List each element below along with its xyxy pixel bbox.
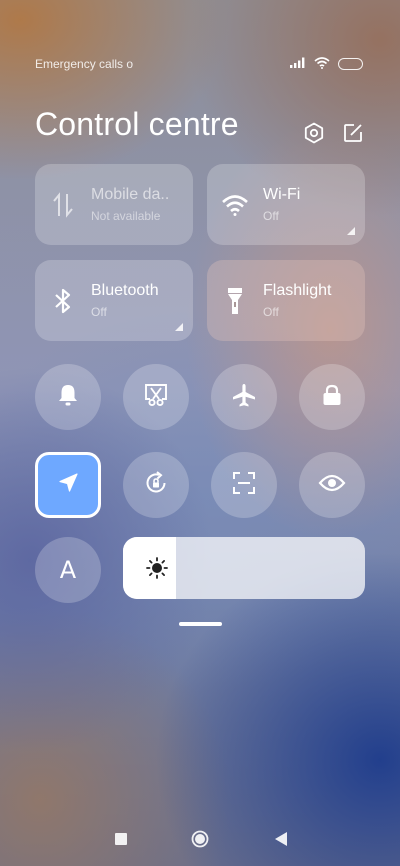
tile-label: Mobile da.. bbox=[91, 186, 170, 203]
tile-label: Flashlight bbox=[263, 282, 332, 299]
tile-flashlight[interactable]: Flashlight Off bbox=[207, 260, 365, 341]
scan-icon bbox=[231, 470, 257, 501]
recents-button[interactable] bbox=[110, 830, 132, 852]
settings-icon[interactable] bbox=[303, 122, 325, 144]
bluetooth-icon bbox=[35, 288, 91, 314]
airplane-icon bbox=[231, 382, 257, 413]
tile-wifi[interactable]: Wi-Fi Off bbox=[207, 164, 365, 245]
tile-bluetooth[interactable]: Bluetooth Off bbox=[35, 260, 193, 341]
expand-corner-icon[interactable] bbox=[175, 323, 183, 331]
tile-status: Off bbox=[91, 305, 107, 319]
toggle-location[interactable] bbox=[35, 452, 101, 518]
expand-corner-icon[interactable] bbox=[347, 227, 355, 235]
brightness-slider[interactable] bbox=[123, 537, 365, 599]
screenshot-icon bbox=[143, 382, 169, 413]
bell-icon bbox=[57, 383, 79, 412]
wifi-icon bbox=[314, 56, 330, 72]
tile-label: Wi-Fi bbox=[263, 186, 301, 203]
auto-brightness-button[interactable]: A bbox=[35, 537, 101, 603]
drag-handle[interactable] bbox=[179, 622, 222, 626]
page-title: Control centre bbox=[35, 106, 239, 142]
rotation-lock-icon bbox=[143, 470, 169, 501]
sun-icon bbox=[146, 557, 168, 584]
eye-icon bbox=[318, 473, 346, 498]
toggle-rotation-lock[interactable] bbox=[123, 452, 189, 518]
tile-label: Bluetooth bbox=[91, 282, 159, 299]
recents-icon bbox=[115, 832, 127, 850]
tile-status: Off bbox=[263, 305, 279, 319]
tile-mobile-data[interactable]: Mobile da.. Not available bbox=[35, 164, 193, 245]
toggle-reading-mode[interactable] bbox=[299, 452, 365, 518]
auto-brightness-label: A bbox=[59, 556, 77, 584]
battery-icon bbox=[338, 58, 363, 70]
flashlight-icon bbox=[207, 287, 263, 315]
home-icon bbox=[191, 830, 209, 853]
wifi-icon bbox=[207, 194, 263, 216]
back-icon bbox=[275, 831, 287, 851]
back-button[interactable] bbox=[270, 830, 292, 852]
signal-icon bbox=[290, 57, 306, 71]
lock-icon bbox=[321, 383, 343, 412]
toggle-screenshot[interactable] bbox=[123, 364, 189, 430]
edit-icon[interactable] bbox=[342, 122, 364, 144]
toggle-sound[interactable] bbox=[35, 364, 101, 430]
mobile-data-icon bbox=[35, 191, 91, 218]
toggle-lock[interactable] bbox=[299, 364, 365, 430]
status-bar: Emergency calls o bbox=[35, 56, 363, 72]
toggle-scanner[interactable] bbox=[211, 452, 277, 518]
status-text: Emergency calls o bbox=[35, 57, 134, 71]
toggle-airplane[interactable] bbox=[211, 364, 277, 430]
tile-status: Off bbox=[263, 209, 279, 223]
tile-status: Not available bbox=[91, 209, 161, 223]
home-button[interactable] bbox=[189, 830, 211, 852]
location-icon bbox=[57, 472, 79, 499]
